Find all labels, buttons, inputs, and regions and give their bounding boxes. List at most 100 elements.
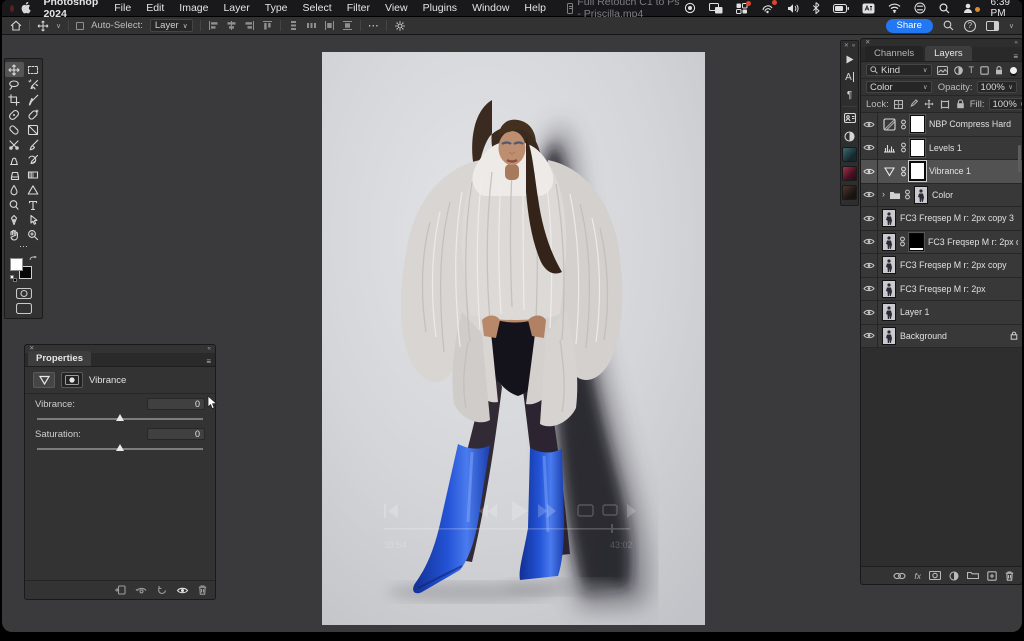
library-thumbnail-2[interactable]	[842, 166, 857, 181]
layer-group-row[interactable]: › Color	[861, 184, 1022, 208]
panel-menu-icon[interactable]: ≡	[1013, 52, 1018, 61]
tab-channels[interactable]: Channels	[865, 46, 923, 61]
display-mirror-icon[interactable]	[709, 3, 723, 14]
add-mask-icon[interactable]	[929, 571, 941, 580]
filter-kind-dropdown[interactable]: Kind ∨	[866, 64, 932, 76]
filter-type-icon[interactable]: T	[969, 65, 975, 75]
delete-adjustment-icon[interactable]	[198, 585, 207, 595]
panel-menu-icon[interactable]: ≡	[206, 357, 211, 366]
distribute-v-icon[interactable]	[288, 20, 299, 31]
filter-shape-icon[interactable]	[980, 66, 989, 75]
link-layers-icon[interactable]	[893, 572, 906, 580]
menu-edit[interactable]: Edit	[146, 2, 164, 14]
layer-thumbnail[interactable]	[882, 280, 896, 298]
layer-mask-thumbnail[interactable]	[910, 115, 925, 133]
layer-row[interactable]: FC3 Freqsep M r: 2px	[861, 278, 1022, 302]
layer-mask-thumbnail-black[interactable]	[909, 233, 924, 251]
tool-rectangular-marquee[interactable]	[24, 62, 43, 77]
visibility-toggle-eye-icon[interactable]	[861, 231, 878, 254]
vibrance-slider[interactable]	[37, 412, 203, 424]
layer-thumbnail[interactable]	[882, 233, 896, 251]
distribute-left-icon[interactable]	[324, 20, 335, 31]
more-options-icon[interactable]: ⋯	[368, 19, 379, 32]
layer-row-background[interactable]: Background	[861, 325, 1022, 349]
visibility-toggle-eye-icon[interactable]	[861, 207, 878, 230]
tool-frame[interactable]	[24, 122, 43, 137]
reset-icon[interactable]	[157, 585, 167, 595]
lock-transparency-icon[interactable]	[894, 100, 903, 109]
bluetooth-icon[interactable]	[812, 2, 820, 14]
chevron-down-icon[interactable]: ∨	[1009, 22, 1014, 30]
tool-brush[interactable]	[24, 137, 43, 152]
tool-crop[interactable]	[5, 92, 24, 107]
home-icon[interactable]	[10, 20, 22, 31]
filter-adjustment-icon[interactable]	[954, 66, 963, 75]
layer-thumbnail[interactable]	[882, 256, 896, 274]
tool-gradient[interactable]	[24, 167, 43, 182]
screen-record-icon[interactable]	[684, 2, 696, 14]
actions-panel-icon[interactable]	[841, 50, 858, 68]
tool-eraser[interactable]	[5, 167, 24, 182]
mask-link-icon[interactable]	[901, 142, 906, 153]
visibility-toggle-eye-icon[interactable]	[861, 325, 878, 348]
tool-pen[interactable]	[5, 212, 24, 227]
visibility-toggle-eye-icon[interactable]	[861, 137, 878, 160]
menu-window[interactable]: Window	[472, 2, 509, 14]
tool-eyedropper[interactable]	[24, 92, 43, 107]
input-source-icon[interactable]	[862, 3, 875, 14]
canvas-image[interactable]: 38:54 43:02	[322, 52, 705, 625]
collapse-panel-icon[interactable]: «	[207, 346, 211, 352]
character-panel-icon[interactable]: A	[841, 68, 858, 86]
menu-filter[interactable]: Filter	[347, 2, 370, 14]
foreground-color-swatch[interactable]	[10, 258, 23, 271]
new-layer-icon[interactable]	[987, 571, 997, 581]
toggle-visibility-eye-icon[interactable]	[176, 586, 189, 595]
layer-lock-icon[interactable]	[1010, 331, 1018, 340]
library-thumbnail-3[interactable]	[842, 185, 857, 200]
layer-thumbnail[interactable]	[882, 303, 896, 321]
swap-colors-icon[interactable]	[29, 256, 37, 264]
delete-layer-icon[interactable]	[1005, 571, 1014, 581]
visibility-toggle-eye-icon[interactable]	[861, 301, 878, 324]
menu-layer[interactable]: Layer	[223, 2, 249, 14]
tab-layers[interactable]: Layers	[925, 46, 972, 61]
layer-mask-thumbnail-selected[interactable]	[910, 162, 925, 180]
menu-file[interactable]: File	[114, 2, 131, 14]
mask-link-icon[interactable]	[900, 236, 905, 247]
visibility-toggle-eye-icon[interactable]	[861, 160, 878, 183]
search-icon[interactable]	[943, 20, 954, 31]
align-center-h-icon[interactable]	[226, 20, 237, 31]
visibility-toggle-eye-icon[interactable]	[861, 184, 878, 207]
layer-row[interactable]: Levels 1	[861, 137, 1022, 161]
workspace-switcher-icon[interactable]	[986, 21, 999, 31]
tool-history-brush[interactable]	[24, 152, 43, 167]
align-top-icon[interactable]	[262, 20, 273, 31]
tool-slice[interactable]	[5, 137, 24, 152]
tool-type[interactable]	[24, 197, 43, 212]
mask-link-icon[interactable]	[905, 189, 910, 200]
vibrance-adjustment-icon[interactable]	[33, 372, 55, 388]
tool-object-selection[interactable]	[24, 77, 43, 92]
distribute-h-icon[interactable]	[306, 20, 317, 31]
mask-link-icon[interactable]	[901, 166, 906, 177]
group-expand-chevron-icon[interactable]: ›	[882, 190, 885, 199]
tool-dodge[interactable]	[5, 197, 24, 212]
layer-thumbnail[interactable]	[882, 209, 896, 227]
distribute-right-icon[interactable]	[342, 20, 353, 31]
new-group-icon[interactable]	[967, 571, 979, 580]
wifi-icon[interactable]	[888, 3, 901, 13]
collapse-panel-icon[interactable]: «	[1014, 40, 1018, 46]
quick-mask-icon[interactable]	[16, 288, 32, 299]
slider-thumb[interactable]	[116, 414, 124, 421]
tool-blur[interactable]	[5, 182, 24, 197]
clip-to-layer-icon[interactable]	[114, 585, 126, 595]
vibrance-adjustment-icon[interactable]	[882, 164, 897, 179]
expand-panels-icon[interactable]: «	[852, 43, 855, 50]
paragraph-panel-icon[interactable]: ¶	[841, 86, 858, 104]
libraries-panel-icon[interactable]	[841, 109, 858, 127]
auto-select-target-dropdown[interactable]: Layer ∨	[150, 19, 193, 32]
layer-thumbnail[interactable]	[914, 186, 928, 204]
layer-row[interactable]: FC3 Freqsep M r: 2px copy 3	[861, 207, 1022, 231]
edit-toolbar-icon[interactable]: ⋯	[19, 242, 28, 252]
tool-path-selection[interactable]	[24, 212, 43, 227]
